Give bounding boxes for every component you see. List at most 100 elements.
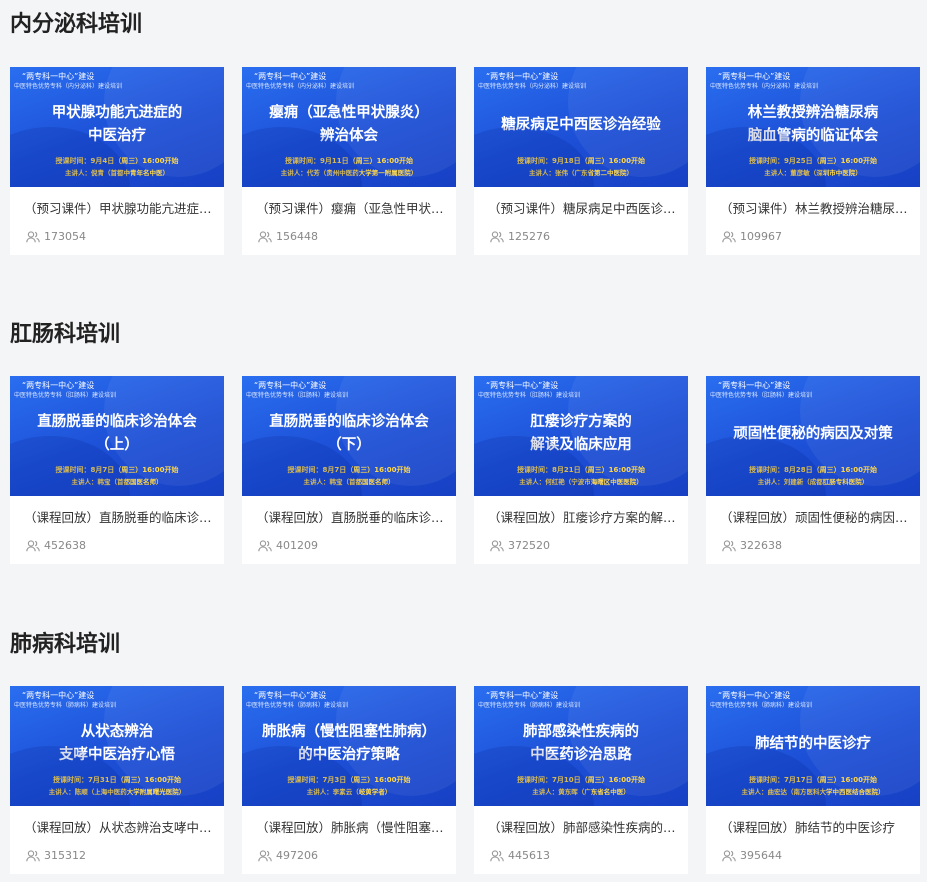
course-card[interactable]: “两专科一中心”建设 中医特色优势专科（内分泌科）建设培训 糖尿病足中西医诊治经验授… [474, 67, 688, 255]
course-thumbnail[interactable]: “两专科一中心”建设 中医特色优势专科（肺病科）建设培训 肺胀病（慢性阻塞性肺病） … [242, 686, 456, 806]
course-thumbnail[interactable]: “两专科一中心”建设 中医特色优势专科（内分泌科）建设培训 甲状腺功能亢进症的 中医… [10, 67, 224, 187]
course-thumbnail[interactable]: “两专科一中心”建设 中医特色优势专科（肺病科）建设培训 从状态辨治 支哮中医治疗心… [10, 686, 224, 806]
thumbnail-speaker: 主讲人：何红艳（宁波市海曙区中医医院） [519, 478, 643, 486]
view-count-value: 156448 [276, 230, 318, 243]
thumbnail-subtitle: 中医特色优势专科（肛肠科）建设培训 [478, 392, 581, 399]
thumbnail-title: 肺部感染性疾病的 中医药诊治思路 [523, 724, 639, 763]
thumbnail-lecture-time: 授课时间：7月10日（周三）16:00开始 [517, 776, 645, 784]
view-count-value: 395644 [740, 849, 782, 862]
course-thumbnail[interactable]: “两专科一中心”建设 中医特色优势专科（肛肠科）建设培训 顽固性便秘的病因及对策 授课… [706, 376, 920, 496]
course-thumbnail[interactable]: “两专科一中心”建设中医特色优势专科（肛肠科）建设培训肛瘘诊疗方案的 解读及临床… [474, 376, 688, 496]
thumbnail-brand: “两专科一中心”建设 [486, 381, 559, 390]
course-card-list: “两专科一中心”建设中医特色优势专科（内分泌科）建设培训甲状腺功能亢进症的 中医… [10, 67, 920, 255]
view-count-value: 497206 [276, 849, 318, 862]
course-title[interactable]: （课程回放）肺胀病（慢性阻塞性肺病）的中医治疗策略 [256, 820, 446, 836]
course-title[interactable]: （课程回放）肛瘘诊疗方案的解读及临床应用 [488, 510, 678, 526]
course-view-count: 395644 [722, 849, 920, 863]
course-thumbnail[interactable]: “两专科一中心”建设 中医特色优势专科（内分泌科）建设培训 林兰教授辨治糖尿病 脑血… [706, 67, 920, 187]
course-card[interactable]: “两专科一中心”建设 中医特色优势专科（内分泌科）建设培训 林兰教授辨治糖尿病 脑血… [706, 67, 920, 255]
thumbnail-brand: “两专科一中心”建设 [718, 691, 791, 700]
course-card[interactable]: “两专科一中心”建设 中医特色优势专科（肺病科）建设培训 肺部感染性疾病的 中医药诊… [474, 686, 688, 874]
course-title[interactable]: （课程回放）顽固性便秘的病因及对策 [720, 510, 910, 526]
view-count-value: 125276 [508, 230, 550, 243]
course-title[interactable]: （课程回放）从状态辨治支哮中医治疗心悟 [24, 820, 214, 836]
viewers-icon [722, 231, 736, 243]
view-count-value: 315312 [44, 849, 86, 862]
thumbnail-title: 顽固性便秘的病因及对策 [733, 425, 893, 442]
thumbnail-lecture-time: 授课时间：8月7日（周三）16:00开始 [55, 466, 179, 474]
course-view-count: 497206 [258, 849, 456, 863]
viewers-icon [490, 850, 504, 862]
course-view-count: 452638 [26, 539, 224, 553]
thumbnail-title: 甲状腺功能亢进症的 中医治疗 [51, 105, 183, 144]
thumbnail-brand: “两专科一中心”建设 [254, 381, 327, 390]
thumbnail-title: 肛瘘诊疗方案的 解读及临床应用 [530, 414, 632, 453]
viewers-icon [258, 231, 272, 243]
course-title[interactable]: （预习课件）甲状腺功能亢进症的中医治疗 [24, 201, 214, 217]
course-thumbnail[interactable]: “两专科一中心”建设中医特色优势专科（肛肠科）建设培训直肠脱垂的临床诊治体会 （… [10, 376, 224, 496]
viewers-icon [490, 231, 504, 243]
thumbnail-brand: “两专科一中心”建设 [22, 691, 95, 700]
thumbnail-subtitle: 中医特色优势专科（肺病科）建设培训 [710, 702, 813, 709]
thumbnail-title: 直肠脱垂的临床诊治体会 （下） [269, 414, 429, 453]
thumbnail-speaker: 主讲人：曲宏达（南方医科大学中西医结合医院） [741, 788, 885, 796]
thumbnail-speaker: 主讲人：倪青（首都中青年名中医） [65, 169, 169, 177]
thumbnail-title: 肺胀病（慢性阻塞性肺病） 的中医治疗策略 [262, 724, 436, 763]
course-thumbnail[interactable]: “两专科一中心”建设 中医特色优势专科（内分泌科）建设培训 糖尿病足中西医诊治经验授… [474, 67, 688, 187]
thumbnail-speaker: 主讲人：黄东晖（广东省名中医） [532, 788, 630, 796]
course-card[interactable]: “两专科一中心”建设中医特色优势专科（肛肠科）建设培训肛瘘诊疗方案的 解读及临床… [474, 376, 688, 564]
course-title[interactable]: （预习课件）糖尿病足中西医诊治经验 [488, 201, 678, 217]
view-count-value: 445613 [508, 849, 550, 862]
thumbnail-subtitle: 中医特色优势专科（肺病科）建设培训 [478, 702, 581, 709]
course-title[interactable]: （预习课件）瘿痈（亚急性甲状腺炎）辨治体会 [256, 201, 446, 217]
thumbnail-speaker: 主讲人：韩宝（首都国医名师） [303, 478, 395, 486]
thumbnail-lecture-time: 授课时间：7月17日（周三）16:00开始 [749, 776, 877, 784]
course-thumbnail[interactable]: “两专科一中心”建设中医特色优势专科（肺病科）建设培训肺结节的中医诊疗授课时间：… [706, 686, 920, 806]
course-title[interactable]: （预习课件）林兰教授辨治糖尿病脑血管病的临证体会 [720, 201, 910, 217]
thumbnail-title: 林兰教授辨治糖尿病 脑血管病的临证体会 [747, 105, 879, 144]
view-count-value: 173054 [44, 230, 86, 243]
thumbnail-subtitle: 中医特色优势专科（肛肠科）建设培训 [14, 392, 117, 399]
view-count-value: 372520 [508, 539, 550, 552]
thumbnail-brand: “两专科一中心”建设 [22, 72, 95, 81]
course-card[interactable]: “两专科一中心”建设 中医特色优势专科（内分泌科）建设培训 瘿痈（亚急性甲状腺炎） … [242, 67, 456, 255]
thumbnail-lecture-time: 授课时间：9月11日（周三）16:00开始 [285, 157, 413, 165]
viewers-icon [26, 540, 40, 552]
thumbnail-subtitle: 中医特色优势专科（内分泌科）建设培训 [478, 83, 587, 90]
course-card-list: “两专科一中心”建设中医特色优势专科（肛肠科）建设培训直肠脱垂的临床诊治体会 （… [10, 376, 920, 564]
course-card-list: “两专科一中心”建设中医特色优势专科（肺病科）建设培训从状态辨治 支哮中医治疗心… [10, 686, 920, 874]
course-view-count: 109967 [722, 230, 920, 244]
view-count-value: 322638 [740, 539, 782, 552]
course-thumbnail[interactable]: “两专科一中心”建设 中医特色优势专科（肺病科）建设培训 肺部感染性疾病的 中医药诊… [474, 686, 688, 806]
course-thumbnail[interactable]: “两专科一中心”建设 中医特色优势专科（肛肠科）建设培训 直肠脱垂的临床诊治体会 （… [242, 376, 456, 496]
thumbnail-brand: “两专科一中心”建设 [718, 381, 791, 390]
course-card[interactable]: “两专科一中心”建设中医特色优势专科（肺病科）建设培训肺结节的中医诊疗授课时间：… [706, 686, 920, 874]
course-view-count: 401209 [258, 539, 456, 553]
course-thumbnail[interactable]: “两专科一中心”建设 中医特色优势专科（内分泌科）建设培训 瘿痈（亚急性甲状腺炎） … [242, 67, 456, 187]
course-title[interactable]: （课程回放）肺结节的中医诊疗 [720, 820, 910, 836]
thumbnail-lecture-time: 授课时间：8月7日（周三）16:00开始 [287, 466, 411, 474]
section-title: 肺病科培训 [10, 632, 121, 657]
course-title[interactable]: （课程回放）直肠脱垂的临床诊治体会（下） [256, 510, 446, 526]
course-card[interactable]: “两专科一中心”建设中医特色优势专科（肛肠科）建设培训直肠脱垂的临床诊治体会 （… [10, 376, 224, 564]
course-title[interactable]: （课程回放）直肠脱垂的临床诊治体会（上） [24, 510, 214, 526]
course-card[interactable]: “两专科一中心”建设 中医特色优势专科（肺病科）建设培训 肺胀病（慢性阻塞性肺病） … [242, 686, 456, 874]
course-title[interactable]: （课程回放）肺部感染性疾病的中医药诊治思路 [488, 820, 678, 836]
course-view-count: 125276 [490, 230, 688, 244]
thumbnail-title: 从状态辨治 支哮中医治疗心悟 [59, 724, 175, 763]
thumbnail-speaker: 主讲人：刘建新（成都肛肠专科医院） [757, 478, 869, 486]
thumbnail-title: 肺结节的中医诊疗 [755, 735, 871, 752]
course-card[interactable]: “两专科一中心”建设 中医特色优势专科（肛肠科）建设培训 顽固性便秘的病因及对策 授课… [706, 376, 920, 564]
course-view-count: 315312 [26, 849, 224, 863]
thumbnail-lecture-time: 授课时间：9月18日（周三）16:00开始 [517, 157, 645, 165]
section-title: 肛肠科培训 [10, 322, 121, 347]
thumbnail-brand: “两专科一中心”建设 [22, 381, 95, 390]
course-card[interactable]: “两专科一中心”建设 中医特色优势专科（肛肠科）建设培训 直肠脱垂的临床诊治体会 （… [242, 376, 456, 564]
course-card[interactable]: “两专科一中心”建设 中医特色优势专科（内分泌科）建设培训 甲状腺功能亢进症的 中医… [10, 67, 224, 255]
thumbnail-title: 直肠脱垂的临床诊治体会 （上） [37, 414, 197, 453]
thumbnail-speaker: 主讲人：李素云（岐黄学者） [306, 788, 392, 796]
view-count-value: 109967 [740, 230, 782, 243]
view-count-value: 452638 [44, 539, 86, 552]
course-card[interactable]: “两专科一中心”建设 中医特色优势专科（肺病科）建设培训 从状态辨治 支哮中医治疗心… [10, 686, 224, 874]
thumbnail-subtitle: 中医特色优势专科（肛肠科）建设培训 [710, 392, 813, 399]
